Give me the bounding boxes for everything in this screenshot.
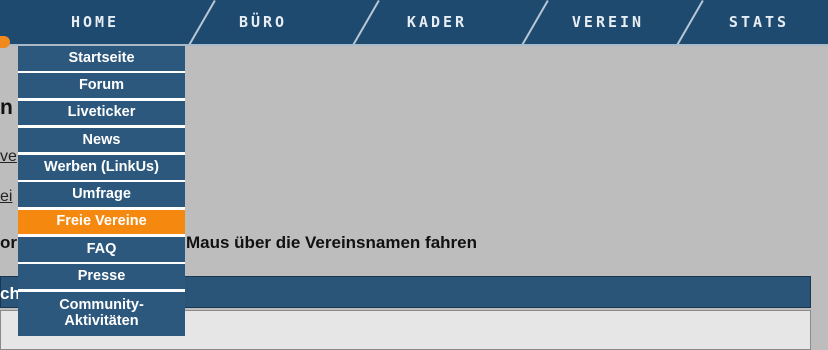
top-navigation: HOME BÜRO KADER VEREIN STATS: [0, 0, 828, 46]
nav-tab-buero[interactable]: BÜRO: [188, 0, 338, 44]
panel-heading: ch: [0, 284, 20, 303]
menu-item-startseite[interactable]: Startseite: [18, 46, 185, 71]
menu-item-umfrage[interactable]: Umfrage: [18, 182, 185, 207]
menu-item-news[interactable]: News: [18, 127, 185, 153]
menu-item-werben[interactable]: Werben (LinkUs): [18, 155, 185, 180]
menu-item-liveticker[interactable]: Liveticker: [18, 100, 185, 126]
nav-tab-home[interactable]: HOME: [20, 0, 170, 44]
content-link[interactable]: ei: [0, 188, 12, 206]
nav-tab-stats[interactable]: STATS: [684, 0, 828, 44]
instruction-prefix: or: [0, 233, 17, 252]
menu-item-freie-vereine[interactable]: Freie Vereine: [18, 209, 185, 235]
content-link[interactable]: ve: [0, 148, 17, 166]
nav-tab-verein[interactable]: VEREIN: [523, 0, 693, 44]
menu-item-presse[interactable]: Presse: [18, 264, 185, 289]
menu-item-community[interactable]: Community- Aktivitäten: [18, 291, 185, 336]
nav-tab-kader[interactable]: KADER: [352, 0, 522, 44]
instruction-text: Maus über die Vereinsnamen fahren: [186, 233, 477, 252]
home-dropdown-menu: Startseite Forum Liveticker News Werben …: [18, 46, 185, 336]
page-heading: n: [0, 96, 13, 119]
orange-marker-icon: [0, 36, 10, 48]
menu-item-faq[interactable]: FAQ: [18, 237, 185, 262]
menu-item-forum[interactable]: Forum: [18, 73, 185, 98]
